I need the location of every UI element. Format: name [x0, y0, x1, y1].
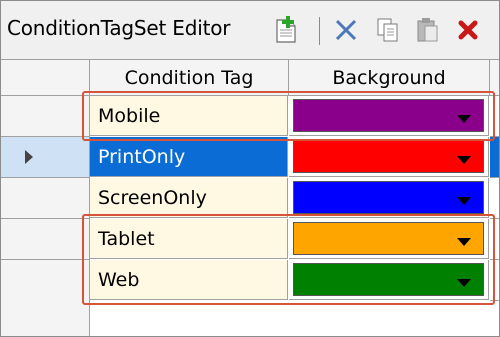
- color-swatch: [293, 181, 484, 214]
- column-header-condition-tag[interactable]: Condition Tag: [90, 60, 289, 95]
- row-header[interactable]: [1, 260, 90, 301]
- copy-icon[interactable]: [373, 15, 403, 45]
- row-header-empty-area: [1, 300, 90, 336]
- row-header-corner: [1, 60, 90, 95]
- condition-tag-set-editor-window: ConditionTagSet Editor Condition Tag Bac…: [0, 0, 500, 337]
- table-row[interactable]: ScreenOnly: [1, 178, 499, 219]
- toolbar: ConditionTagSet Editor: [1, 1, 499, 60]
- row-header[interactable]: [1, 137, 90, 178]
- row-edge: [490, 178, 499, 219]
- row-header[interactable]: [1, 219, 90, 260]
- color-swatch: [293, 140, 484, 173]
- toolbar-separator: [319, 17, 320, 45]
- column-header-background[interactable]: Background: [289, 60, 490, 95]
- paste-icon[interactable]: [413, 15, 443, 45]
- background-color-dropdown[interactable]: [289, 178, 489, 218]
- highlight-callout-box: [82, 214, 495, 305]
- dropdown-arrow-icon[interactable]: [457, 197, 471, 205]
- row-edge: [490, 137, 499, 178]
- dropdown-arrow-icon[interactable]: [457, 156, 471, 164]
- background-color-dropdown[interactable]: [289, 137, 489, 177]
- cut-icon[interactable]: [331, 15, 361, 45]
- condition-tag-cell[interactable]: ScreenOnly: [90, 178, 288, 218]
- new-icon[interactable]: [271, 15, 301, 45]
- current-row-arrow-icon: [25, 150, 33, 164]
- delete-icon[interactable]: [453, 15, 483, 45]
- row-header[interactable]: [1, 178, 90, 219]
- editor-title: ConditionTagSet Editor: [7, 16, 231, 40]
- highlight-callout-box: [82, 91, 495, 141]
- condition-tag-cell[interactable]: PrintOnly: [90, 137, 288, 177]
- row-header[interactable]: [1, 96, 90, 137]
- table-row[interactable]: PrintOnly: [1, 137, 499, 178]
